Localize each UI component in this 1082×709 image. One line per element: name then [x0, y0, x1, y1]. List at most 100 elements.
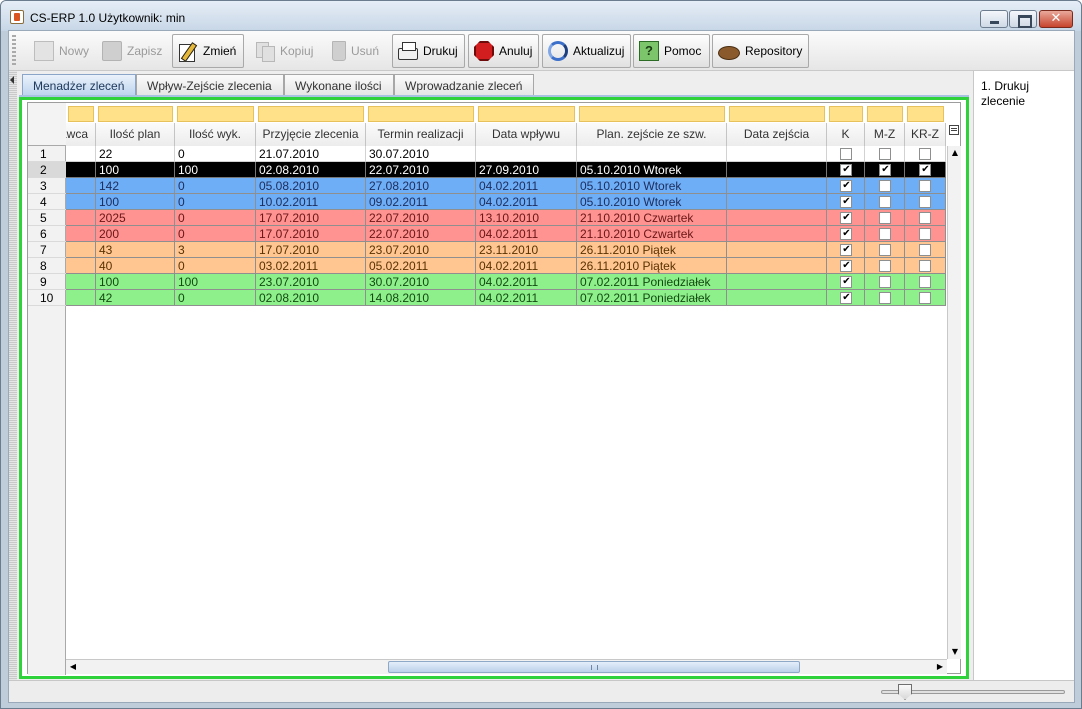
cell-data-wplywu[interactable]	[476, 146, 577, 162]
cell-awca[interactable]	[66, 258, 96, 274]
cell-ilosc-plan[interactable]: 40	[96, 258, 175, 274]
header-data-wplywu[interactable]: Data wpływu	[476, 123, 577, 146]
table-row[interactable]: 100 100 23.07.2010 30.07.2010 04.02.2011 07.0…	[66, 274, 946, 290]
row-number[interactable]: 6	[28, 226, 66, 242]
cell-plan-zejscie[interactable]: 07.02.2011 Poniedziałek	[577, 274, 727, 290]
repository-button[interactable]: Repository	[712, 34, 809, 68]
checkbox-kr-z[interactable]	[919, 148, 931, 160]
filter-awca[interactable]	[68, 106, 94, 122]
cell-data-zejscia[interactable]	[727, 162, 827, 178]
header-awca[interactable]: awca	[66, 123, 96, 146]
side-panel-text[interactable]: 1. Drukuj zlecenie	[981, 79, 1071, 109]
cell-plan-zejscie[interactable]: 21.10.2010 Czwartek	[577, 226, 727, 242]
row-number[interactable]: 7	[28, 242, 66, 258]
cell-data-wplywu[interactable]: 23.11.2010	[476, 242, 577, 258]
save-button[interactable]: Zapisz	[96, 34, 170, 68]
column-chooser-icon[interactable]	[949, 125, 959, 135]
checkbox-k[interactable]	[840, 275, 852, 288]
checkbox-k[interactable]	[840, 179, 852, 192]
cell-przyjecie-zlecenia[interactable]: 03.02.2011	[256, 258, 366, 274]
table-row[interactable]: 200 0 17.07.2010 22.07.2010 04.02.2011 21.10.…	[66, 226, 946, 242]
cell-awca[interactable]	[66, 146, 96, 162]
row-number[interactable]: 8	[28, 258, 66, 274]
cell-data-zejscia[interactable]	[727, 274, 827, 290]
checkbox-kr-z[interactable]	[919, 180, 931, 192]
cell-termin-realizacji[interactable]: 14.08.2010	[366, 290, 476, 306]
collapse-strip[interactable]	[9, 71, 17, 680]
cell-plan-zejscie[interactable]: 07.02.2011 Poniedziałek	[577, 290, 727, 306]
cell-ilosc-plan[interactable]: 100	[96, 162, 175, 178]
cell-data-wplywu[interactable]: 04.02.2011	[476, 290, 577, 306]
scroll-up-icon[interactable]: ▲	[948, 146, 962, 160]
cell-termin-realizacji[interactable]: 27.08.2010	[366, 178, 476, 194]
cell-termin-realizacji[interactable]: 30.07.2010	[366, 274, 476, 290]
cell-przyjecie-zlecenia[interactable]: 02.08.2010	[256, 290, 366, 306]
cell-awca[interactable]	[66, 162, 96, 178]
header-plan-zejscie[interactable]: Plan. zejście ze szw.	[577, 123, 727, 146]
close-button[interactable]: ✕	[1039, 10, 1073, 28]
header-przyjecie-zlecenia[interactable]: Przyjęcie zlecenia	[256, 123, 366, 146]
cell-ilosc-plan[interactable]: 100	[96, 194, 175, 210]
filter-k[interactable]	[829, 106, 863, 122]
horizontal-scroll-thumb[interactable]	[388, 661, 800, 673]
copy-button[interactable]: Kopiuj	[249, 34, 319, 68]
tab-wprowadzanie-zlecen[interactable]: Wprowadzanie zleceń	[394, 74, 534, 96]
cell-ilosc-wyk[interactable]: 100	[175, 162, 256, 178]
cell-przyjecie-zlecenia[interactable]: 10.02.2011	[256, 194, 366, 210]
cell-data-zejscia[interactable]	[727, 210, 827, 226]
checkbox-m-z[interactable]	[879, 148, 891, 160]
filter-ilosc-plan[interactable]	[98, 106, 173, 122]
header-data-zejscia[interactable]: Data zejścia	[727, 123, 827, 146]
checkbox-kr-z[interactable]	[919, 163, 931, 176]
header-kr-z[interactable]: KR-Z	[905, 123, 946, 146]
cell-ilosc-wyk[interactable]: 0	[175, 210, 256, 226]
checkbox-kr-z[interactable]	[919, 244, 931, 256]
cell-data-zejscia[interactable]	[727, 226, 827, 242]
vertical-scrollbar[interactable]: ▲ ▼	[947, 146, 961, 659]
cell-ilosc-plan[interactable]: 200	[96, 226, 175, 242]
cell-ilosc-wyk[interactable]: 100	[175, 274, 256, 290]
cell-awca[interactable]	[66, 242, 96, 258]
checkbox-m-z[interactable]	[879, 276, 891, 288]
checkbox-k[interactable]	[840, 148, 852, 160]
cell-plan-zejscie[interactable]: 26.11.2010 Piątek	[577, 258, 727, 274]
cell-plan-zejscie[interactable]: 05.10.2010 Wtorek	[577, 162, 727, 178]
cell-termin-realizacji[interactable]: 23.07.2010	[366, 242, 476, 258]
tab-wykonane-ilosci[interactable]: Wykonane ilości	[284, 74, 394, 96]
cell-przyjecie-zlecenia[interactable]: 17.07.2010	[256, 242, 366, 258]
cell-termin-realizacji[interactable]: 22.07.2010	[366, 226, 476, 242]
cell-termin-realizacji[interactable]: 05.02.2011	[366, 258, 476, 274]
header-ilosc-plan[interactable]: Ilość plan	[96, 123, 175, 146]
cell-ilosc-plan[interactable]: 22	[96, 146, 175, 162]
cell-przyjecie-zlecenia[interactable]: 17.07.2010	[256, 226, 366, 242]
table-row[interactable]: 100 0 10.02.2011 09.02.2011 04.02.2011 05.10.…	[66, 194, 946, 210]
cell-ilosc-plan[interactable]: 142	[96, 178, 175, 194]
checkbox-m-z[interactable]	[879, 228, 891, 240]
row-number[interactable]: 4	[28, 194, 66, 210]
cell-ilosc-wyk[interactable]: 3	[175, 242, 256, 258]
cell-data-zejscia[interactable]	[727, 258, 827, 274]
cancel-button[interactable]: Anuluj	[468, 34, 539, 68]
edit-button[interactable]: Zmień	[172, 34, 244, 68]
checkbox-kr-z[interactable]	[919, 292, 931, 304]
cell-data-zejscia[interactable]	[727, 146, 827, 162]
filter-przyjecie-zlecenia[interactable]	[258, 106, 364, 122]
checkbox-kr-z[interactable]	[919, 228, 931, 240]
cell-data-zejscia[interactable]	[727, 242, 827, 258]
cell-data-zejscia[interactable]	[727, 178, 827, 194]
header-termin-realizacji[interactable]: Termin realizacji	[366, 123, 476, 146]
scroll-down-icon[interactable]: ▼	[948, 645, 962, 659]
cell-przyjecie-zlecenia[interactable]: 21.07.2010	[256, 146, 366, 162]
cell-awca[interactable]	[66, 194, 96, 210]
toolbar-grip[interactable]	[12, 35, 16, 67]
checkbox-m-z[interactable]	[879, 260, 891, 272]
checkbox-m-z[interactable]	[879, 163, 891, 176]
minimize-button[interactable]	[980, 10, 1008, 28]
horizontal-scrollbar[interactable]: ◀ ▶	[66, 659, 947, 674]
cell-termin-realizacji[interactable]: 09.02.2011	[366, 194, 476, 210]
cell-data-wplywu[interactable]: 13.10.2010	[476, 210, 577, 226]
checkbox-k[interactable]	[840, 211, 852, 224]
tab-wplyw-zejscie[interactable]: Wpływ-Zejście zlecenia	[136, 74, 284, 96]
checkbox-k[interactable]	[840, 163, 852, 176]
cell-data-wplywu[interactable]: 04.02.2011	[476, 274, 577, 290]
